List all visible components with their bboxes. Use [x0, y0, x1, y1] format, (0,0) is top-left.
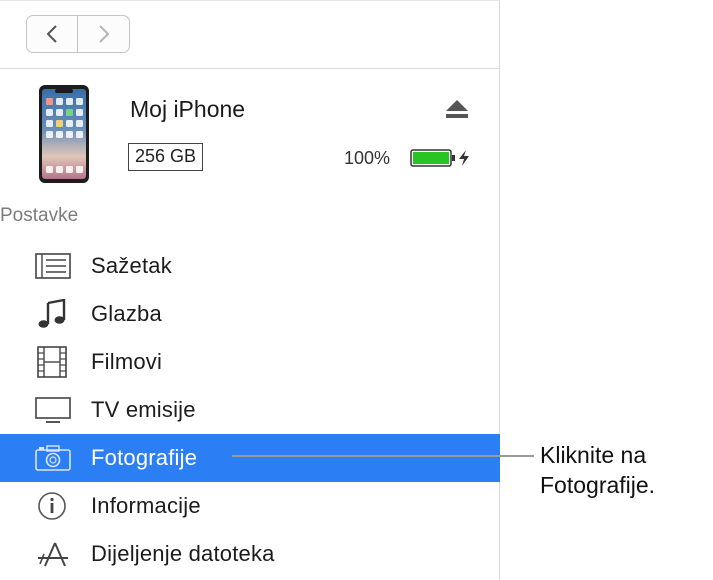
- device-name: Moj iPhone: [130, 96, 246, 122]
- chevron-right-icon: [98, 25, 109, 43]
- callout-text: Kliknite na Fotografije.: [540, 440, 655, 500]
- callout-line: [232, 455, 534, 457]
- navigation-buttons: [26, 15, 130, 53]
- battery-percent: 100%: [344, 148, 391, 168]
- menu-label-photos: Fotografije: [91, 445, 198, 470]
- iphone-device-icon: [39, 85, 89, 183]
- callout-line-2: Fotografije.: [540, 472, 656, 498]
- capacity-badge: 256 GB: [128, 143, 204, 171]
- top-divider: [0, 0, 500, 1]
- menu-item-music[interactable]: Glazba: [0, 290, 500, 338]
- menu-label-info: Informacije: [91, 493, 201, 518]
- music-note-icon: [34, 298, 74, 330]
- sidebar: Moj iPhone 256 GB 100% Postavke Sažetak: [0, 0, 500, 580]
- menu-label-summary: Sažetak: [91, 253, 172, 278]
- section-title: Postavke: [0, 205, 79, 226]
- menu-item-movies[interactable]: Filmovi: [0, 338, 500, 386]
- settings-menu: Sažetak Glazba Filmovi TV emisije Fotogr…: [0, 242, 500, 578]
- menu-item-summary[interactable]: Sažetak: [0, 242, 500, 290]
- back-button[interactable]: [26, 15, 78, 53]
- battery-charging-icon: [410, 149, 469, 167]
- summary-list-icon: [34, 250, 74, 282]
- chevron-left-icon: [46, 25, 57, 43]
- menu-item-info[interactable]: Informacije: [0, 482, 500, 530]
- eject-icon[interactable]: [444, 98, 470, 120]
- callout-line-1: Kliknite na: [540, 442, 647, 468]
- camera-icon: [34, 442, 74, 474]
- forward-button[interactable]: [78, 15, 130, 53]
- menu-item-tv-shows[interactable]: TV emisije: [0, 386, 500, 434]
- menu-label-movies: Filmovi: [91, 349, 163, 374]
- menu-label-tv-shows: TV emisije: [91, 397, 196, 422]
- toolbar-divider: [0, 68, 500, 69]
- tv-icon: [34, 394, 74, 426]
- menu-item-photos[interactable]: Fotografije: [0, 434, 500, 482]
- menu-item-file-sharing[interactable]: Dijeljenje datoteka: [0, 530, 500, 578]
- file-sharing-icon: [34, 538, 74, 570]
- menu-label-file-sharing: Dijeljenje datoteka: [91, 541, 275, 566]
- info-icon: [34, 490, 74, 522]
- menu-label-music: Glazba: [91, 301, 162, 326]
- film-icon: [34, 346, 74, 378]
